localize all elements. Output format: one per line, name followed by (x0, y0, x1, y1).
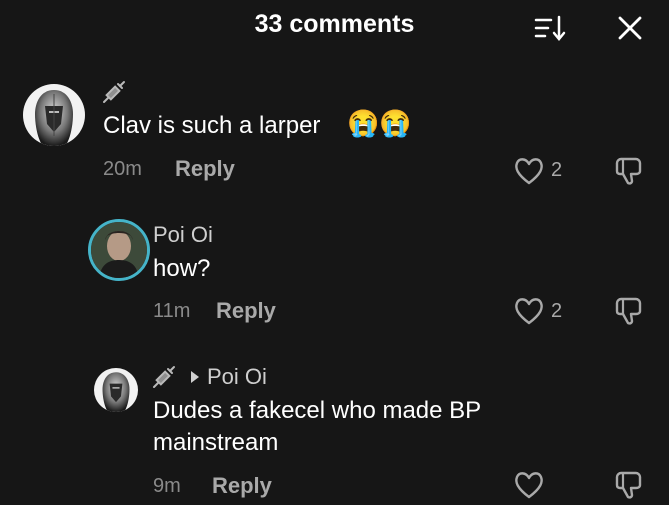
dislike-button[interactable] (614, 470, 644, 500)
username[interactable]: Poi Oi (153, 222, 213, 248)
sort-button[interactable] (533, 13, 567, 43)
dislike-button[interactable] (614, 156, 644, 186)
thumbs-down-icon (615, 297, 642, 325)
like-button[interactable] (513, 296, 545, 326)
syringe-icon (153, 366, 175, 388)
comment-text: how? (153, 255, 211, 282)
comment-time: 9m (153, 475, 181, 497)
comment-text: Clav is such a larper (103, 112, 321, 139)
close-button[interactable] (614, 12, 646, 44)
heart-icon (515, 298, 543, 325)
comments-header: 33 comments (0, 0, 669, 52)
reply-button[interactable]: Reply (212, 473, 272, 499)
reply-arrow-icon (191, 371, 199, 383)
close-icon (618, 16, 642, 40)
syringe-icon (103, 81, 125, 103)
reply-button[interactable]: Reply (175, 156, 235, 182)
avatar[interactable] (88, 219, 150, 281)
reply-button[interactable]: Reply (216, 298, 276, 324)
heart-icon (515, 472, 543, 499)
like-button[interactable] (513, 156, 545, 186)
like-button[interactable] (513, 470, 545, 500)
comment-time: 11m (153, 300, 191, 322)
comments-count-title: 33 comments (254, 10, 415, 38)
sort-icon (534, 15, 566, 41)
reply-to-username[interactable]: Poi Oi (207, 364, 267, 390)
avatar[interactable] (94, 368, 138, 412)
avatar[interactable] (23, 84, 85, 146)
comment-time: 20m (103, 158, 142, 180)
heart-icon (515, 158, 543, 185)
thumbs-down-icon (615, 157, 642, 185)
crying-emoji: 😭😭 (347, 108, 412, 138)
thumbs-down-icon (615, 471, 642, 499)
like-count: 2 (551, 300, 563, 322)
comment-text: Dudes a fakecel who made BP mainstream (153, 397, 481, 456)
like-count: 2 (551, 159, 563, 181)
dislike-button[interactable] (614, 296, 644, 326)
